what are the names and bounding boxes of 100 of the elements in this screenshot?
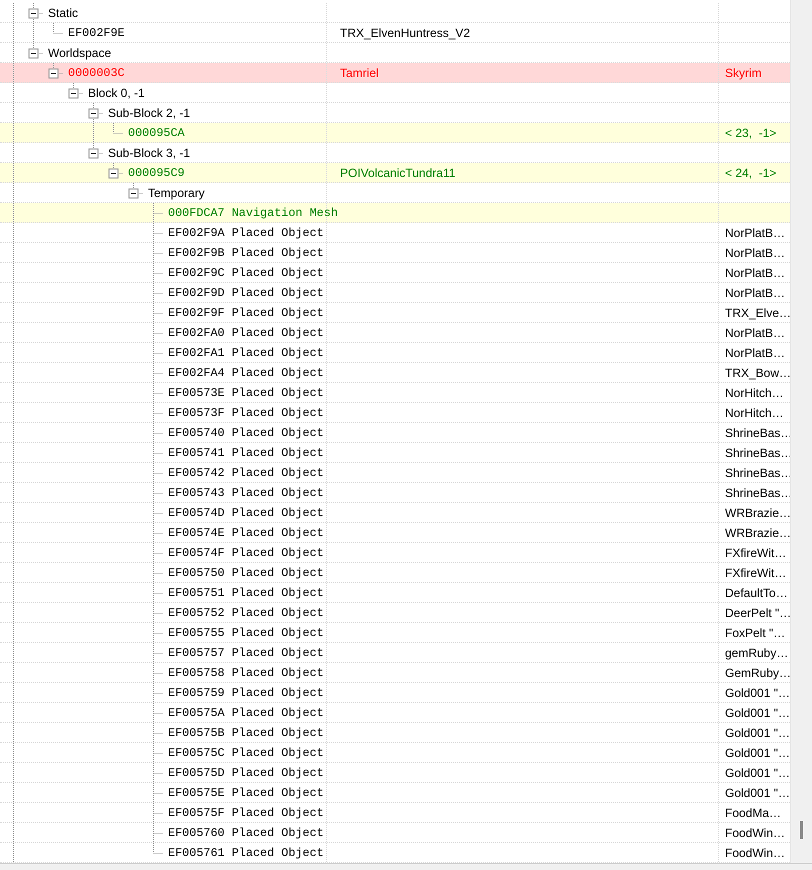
cell-cell: TRX_Bow… bbox=[725, 366, 792, 380]
cell-cell: gemRuby… bbox=[725, 646, 788, 660]
collapse-icon[interactable] bbox=[88, 148, 98, 158]
record-label: EF00575B Placed Object bbox=[168, 726, 324, 740]
cell-cell: FXfireWit… bbox=[725, 546, 786, 560]
group-label: Static bbox=[48, 6, 78, 20]
record-label: EF002F9F Placed Object bbox=[168, 306, 324, 320]
cell-cell: TRX_Elve… bbox=[725, 306, 792, 320]
tree-row[interactable]: EF005742 Placed Object ShrineBas… bbox=[0, 463, 790, 483]
tree-row[interactable]: EF005743 Placed Object ShrineBas… bbox=[0, 483, 790, 503]
collapse-icon[interactable] bbox=[88, 108, 98, 118]
cell-cell: Skyrim bbox=[725, 66, 762, 80]
cell-cell: ShrineBas… bbox=[725, 446, 792, 460]
record-label: 0000003C bbox=[68, 66, 125, 80]
cell-cell: < 23, -1> bbox=[725, 126, 776, 140]
record-label: 000FDCA7 Navigation Mesh bbox=[168, 206, 338, 220]
tree-row[interactable]: EF005751 Placed Object DefaultTo… bbox=[0, 583, 790, 603]
tree-row[interactable]: EF005752 Placed Object DeerPelt "… bbox=[0, 603, 790, 623]
cell-cell: WRBrazie… bbox=[725, 506, 792, 520]
tree-row[interactable]: Sub-Block 3, -1 bbox=[0, 143, 790, 163]
tree-row[interactable]: 000FDCA7 Navigation Mesh bbox=[0, 203, 790, 223]
record-label: EF005761 Placed Object bbox=[168, 846, 324, 860]
tree-row[interactable]: EF00575D Placed Object Gold001 "… bbox=[0, 763, 790, 783]
cell-cell: NorPlatB… bbox=[725, 246, 786, 260]
cell-cell: Gold001 "… bbox=[725, 686, 790, 700]
cell-cell: NorPlatB… bbox=[725, 266, 786, 280]
tree-row[interactable]: EF005755 Placed Object FoxPelt "… bbox=[0, 623, 790, 643]
tree-row[interactable]: Static bbox=[0, 3, 790, 23]
cell-cell: DeerPelt "… bbox=[725, 606, 792, 620]
tree-row[interactable]: EF00574F Placed Object FXfireWit… bbox=[0, 543, 790, 563]
cell-cell: NorPlatB… bbox=[725, 346, 786, 360]
name-cell: TRX_ElvenHuntress_V2 bbox=[340, 26, 470, 40]
tree-row[interactable]: EF005741 Placed Object ShrineBas… bbox=[0, 443, 790, 463]
tree-row[interactable]: Block 0, -1 bbox=[0, 83, 790, 103]
record-label: EF002FA0 Placed Object bbox=[168, 326, 324, 340]
collapse-icon[interactable] bbox=[28, 8, 38, 18]
tree-row[interactable]: Temporary bbox=[0, 183, 790, 203]
tree-row[interactable]: EF005758 Placed Object GemRuby… bbox=[0, 663, 790, 683]
tree-row[interactable]: EF002FA1 Placed Object NorPlatB… bbox=[0, 343, 790, 363]
tree-row[interactable]: EF005757 Placed Object gemRuby… bbox=[0, 643, 790, 663]
cell-cell: NorPlatB… bbox=[725, 326, 786, 340]
record-label: EF002F9D Placed Object bbox=[168, 286, 324, 300]
name-cell: POIVolcanicTundra11 bbox=[340, 166, 456, 180]
cell-cell: Gold001 "… bbox=[725, 726, 790, 740]
vertical-scrollbar[interactable] bbox=[790, 0, 812, 863]
tree-row[interactable]: EF002FA4 Placed Object TRX_Bow… bbox=[0, 363, 790, 383]
cell-cell: Gold001 "… bbox=[725, 766, 790, 780]
record-label: EF002F9B Placed Object bbox=[168, 246, 324, 260]
tree-row[interactable]: EF002F9B Placed Object NorPlatB… bbox=[0, 243, 790, 263]
collapse-icon[interactable] bbox=[28, 48, 38, 58]
tree-row[interactable]: EF005740 Placed Object ShrineBas… bbox=[0, 423, 790, 443]
record-label: EF00574D Placed Object bbox=[168, 506, 324, 520]
tree-row[interactable]: EF00575E Placed Object Gold001 "… bbox=[0, 783, 790, 803]
tree-row[interactable]: 000095C9 POIVolcanicTundra11 < 24, -1> bbox=[0, 163, 790, 183]
cell-cell: NorHitch… bbox=[725, 386, 784, 400]
record-label: EF00575C Placed Object bbox=[168, 746, 324, 760]
scroll-thumb[interactable] bbox=[800, 821, 803, 839]
record-label: EF00575A Placed Object bbox=[168, 706, 324, 720]
record-label: EF00573E Placed Object bbox=[168, 386, 324, 400]
cell-cell: FoxPelt "… bbox=[725, 626, 786, 640]
collapse-icon[interactable] bbox=[128, 188, 138, 198]
record-label: EF005752 Placed Object bbox=[168, 606, 324, 620]
tree-row[interactable]: Sub-Block 2, -1 bbox=[0, 103, 790, 123]
tree-row[interactable]: EF005759 Placed Object Gold001 "… bbox=[0, 683, 790, 703]
cell-cell: FoodMa… bbox=[725, 806, 782, 820]
tree-row[interactable]: EF002F9C Placed Object NorPlatB… bbox=[0, 263, 790, 283]
tree-row[interactable]: EF002FA0 Placed Object NorPlatB… bbox=[0, 323, 790, 343]
tree-row[interactable]: EF00574E Placed Object WRBrazie… bbox=[0, 523, 790, 543]
cell-cell: WRBrazie… bbox=[725, 526, 792, 540]
record-label: EF002FA1 Placed Object bbox=[168, 346, 324, 360]
tree-row[interactable]: EF002F9D Placed Object NorPlatB… bbox=[0, 283, 790, 303]
tree-row[interactable]: EF002F9F Placed Object TRX_Elve… bbox=[0, 303, 790, 323]
cell-cell: NorPlatB… bbox=[725, 226, 786, 240]
collapse-icon[interactable] bbox=[108, 168, 118, 178]
tree-row[interactable]: EF005750 Placed Object FXfireWit… bbox=[0, 563, 790, 583]
tree-row[interactable]: EF00573E Placed Object NorHitch… bbox=[0, 383, 790, 403]
collapse-icon[interactable] bbox=[48, 68, 58, 78]
tree-row[interactable]: EF00575F Placed Object FoodMa… bbox=[0, 803, 790, 823]
cell-cell: FXfireWit… bbox=[725, 566, 786, 580]
cell-cell: ShrineBas… bbox=[725, 486, 792, 500]
tree-row[interactable]: EF002F9E TRX_ElvenHuntress_V2 bbox=[0, 23, 790, 43]
tree-row[interactable]: EF00575B Placed Object Gold001 "… bbox=[0, 723, 790, 743]
collapse-icon[interactable] bbox=[68, 88, 78, 98]
tree-row[interactable]: EF00575C Placed Object Gold001 "… bbox=[0, 743, 790, 763]
tree-row[interactable]: 000095CA < 23, -1> bbox=[0, 123, 790, 143]
tree-row[interactable]: EF00575A Placed Object Gold001 "… bbox=[0, 703, 790, 723]
tree-row[interactable]: EF002F9A Placed Object NorPlatB… bbox=[0, 223, 790, 243]
cell-cell: Gold001 "… bbox=[725, 746, 790, 760]
record-label: EF005755 Placed Object bbox=[168, 626, 324, 640]
tree-row[interactable]: EF00573F Placed Object NorHitch… bbox=[0, 403, 790, 423]
cell-cell: NorHitch… bbox=[725, 406, 784, 420]
horizontal-scrollbar[interactable] bbox=[0, 863, 812, 870]
cell-cell: FoodWin… bbox=[725, 826, 786, 840]
tree-row[interactable]: EF005761 Placed Object FoodWin… bbox=[0, 843, 790, 863]
tree-row[interactable]: EF00574D Placed Object WRBrazie… bbox=[0, 503, 790, 523]
cell-cell: ShrineBas… bbox=[725, 466, 792, 480]
record-label: EF00573F Placed Object bbox=[168, 406, 324, 420]
cell-cell: NorPlatB… bbox=[725, 286, 786, 300]
tree-row[interactable]: EF005760 Placed Object FoodWin… bbox=[0, 823, 790, 843]
tree-row[interactable]: Worldspace bbox=[0, 43, 790, 63]
